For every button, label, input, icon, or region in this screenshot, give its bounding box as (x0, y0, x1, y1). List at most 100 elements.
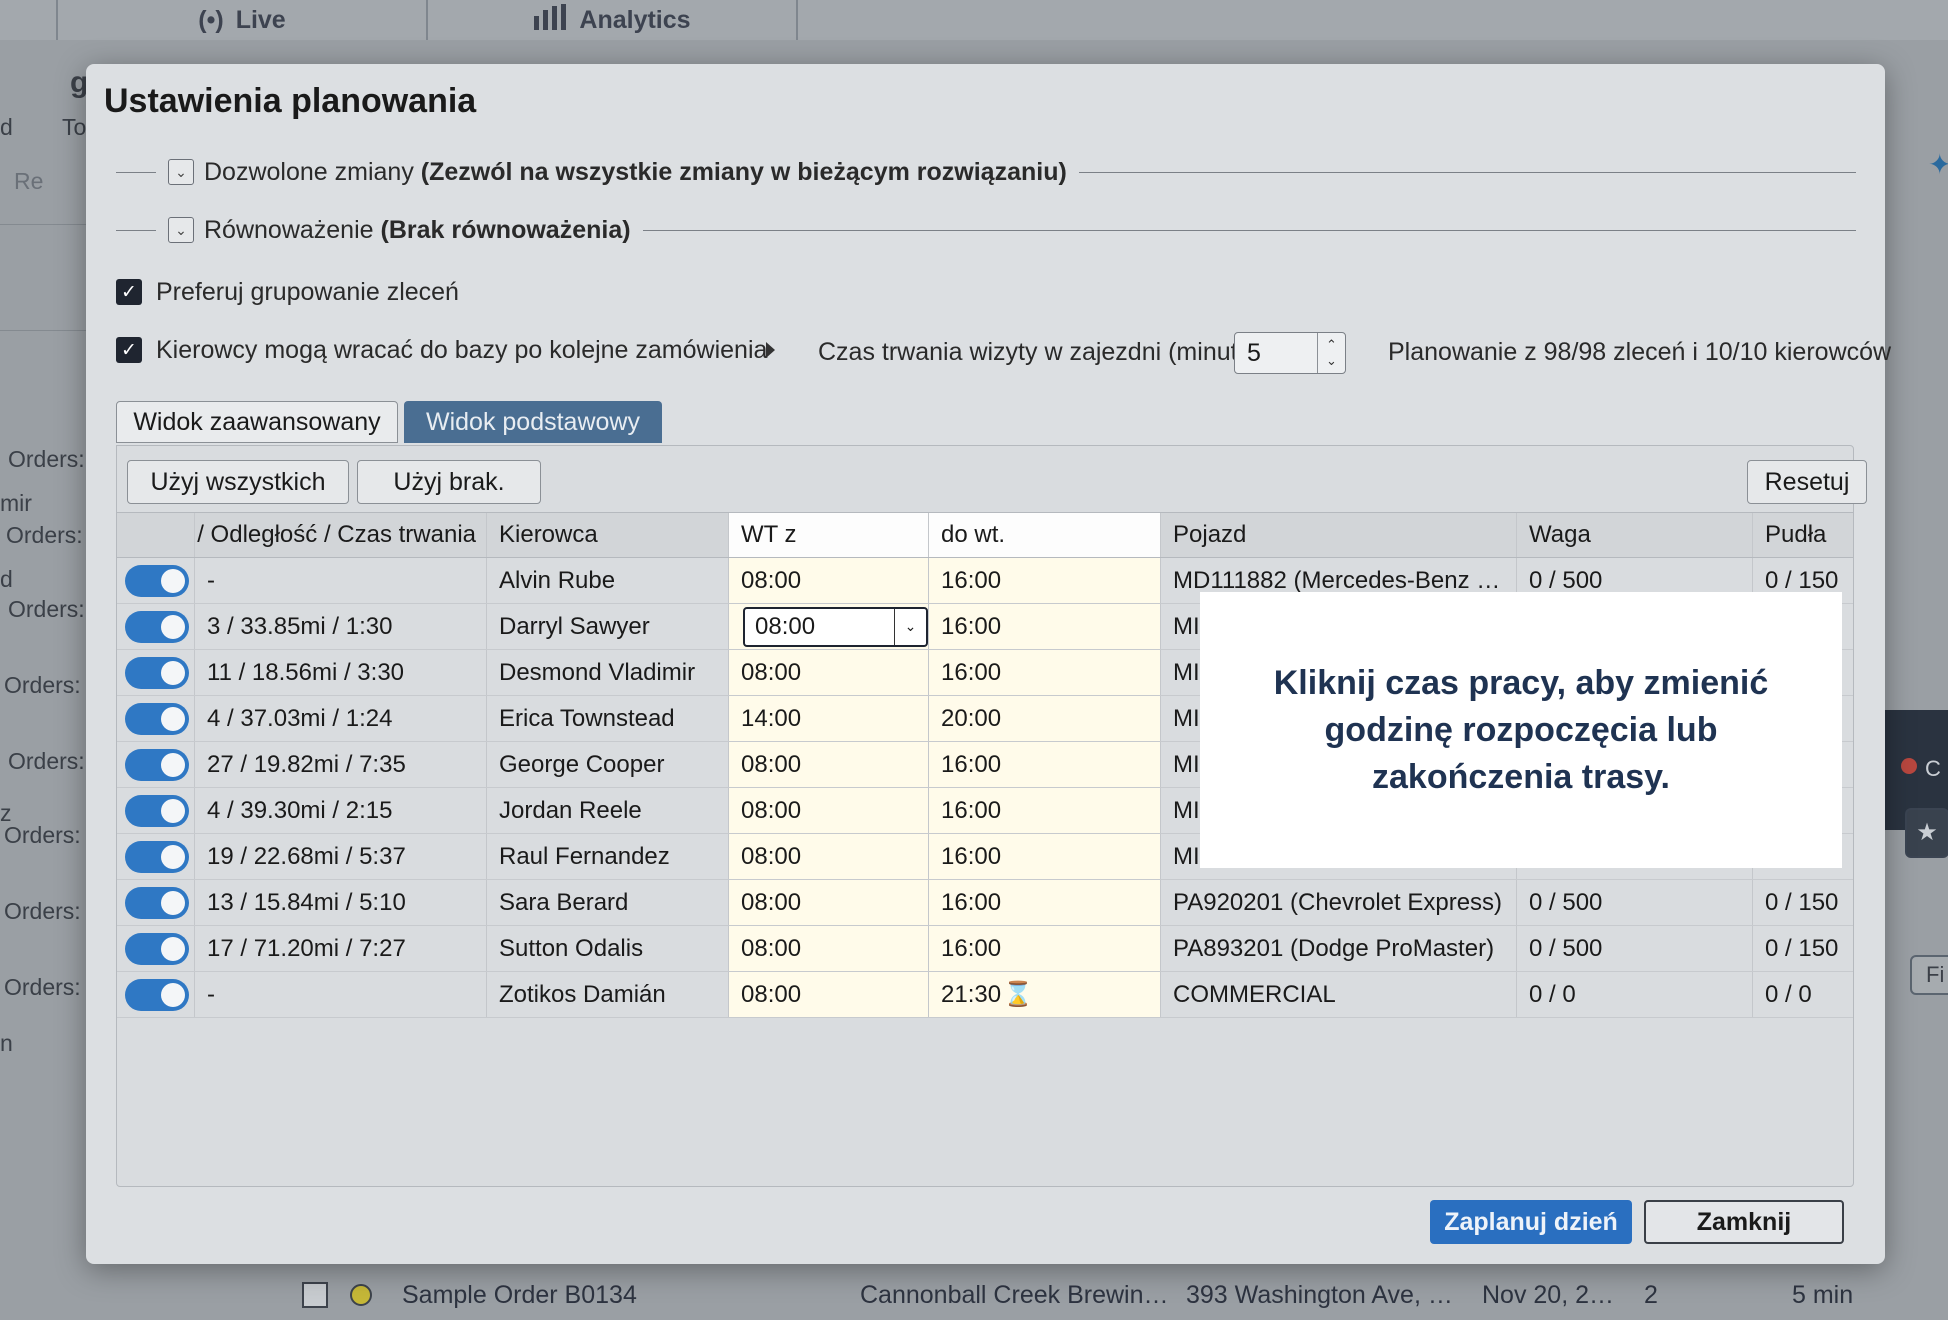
end-time-value[interactable]: 20:00 (941, 705, 1001, 733)
return-to-depot-option[interactable]: ✓ Kierowcy mogą wracać do bazy po kolejn… (116, 332, 767, 368)
row-start-time-cell[interactable]: 14:00 (729, 696, 929, 741)
row-enabled-toggle[interactable] (117, 558, 195, 603)
row-enabled-toggle[interactable] (117, 696, 195, 741)
column-header-driver[interactable]: Kierowca (487, 513, 729, 557)
row-end-time-cell[interactable]: 20:00 (929, 696, 1161, 741)
row-enabled-toggle[interactable] (117, 650, 195, 695)
start-time-value[interactable]: 08:00 (741, 797, 801, 825)
tab-analytics[interactable]: Analytics (426, 0, 798, 40)
row-start-time-cell[interactable]: 08:00 (729, 834, 929, 879)
column-header-distance[interactable]: # / Odległość / Czas trwania (195, 513, 487, 557)
end-time-value[interactable]: 16:00 (941, 567, 1001, 595)
expand-arrow-icon[interactable] (766, 342, 775, 358)
chevron-down-icon[interactable]: ⌄ (168, 217, 194, 243)
row-start-time-cell[interactable]: 08:00 (729, 972, 929, 1017)
row-end-time-cell[interactable]: 16:00 (929, 604, 1161, 649)
row-distance: 4 / 37.03mi / 1:24 (195, 696, 487, 741)
chevron-down-icon[interactable]: ⌄ (168, 159, 194, 185)
bg-fragment: d (0, 566, 13, 592)
reset-button[interactable]: Resetuj (1747, 460, 1867, 504)
close-button[interactable]: Zamknij (1644, 1200, 1844, 1244)
row-end-time-cell[interactable]: 16:00 (929, 788, 1161, 833)
tab-live[interactable]: (•) Live (56, 0, 426, 40)
row-start-time-cell[interactable]: 08:00 (729, 742, 929, 787)
toggle-switch[interactable] (125, 610, 189, 643)
start-time-value[interactable]: 08:00 (741, 981, 801, 1009)
toggle-switch[interactable] (125, 748, 189, 781)
column-header-weight[interactable]: Waga (1517, 513, 1753, 557)
row-enabled-toggle[interactable] (117, 604, 195, 649)
start-time-value[interactable]: 08:00 (741, 659, 801, 687)
row-enabled-toggle[interactable] (117, 788, 195, 833)
end-time-value[interactable]: 16:00 (941, 659, 1001, 687)
start-time-value[interactable]: 08:00 (741, 567, 801, 595)
table-row[interactable]: 13 / 15.84mi / 5:10 Sara Berard 08:00 16:00… (117, 880, 1853, 926)
filter-button[interactable]: Fi (1910, 955, 1948, 995)
plan-day-button[interactable]: Zaplanuj dzień (1430, 1200, 1632, 1244)
toggle-switch[interactable] (125, 886, 189, 919)
balancing-section[interactable]: ⌄ Równoważenie (Brak równoważenia) (116, 210, 1856, 250)
row-enabled-toggle[interactable] (117, 972, 195, 1017)
column-header-to[interactable]: do wt. (929, 513, 1161, 557)
toggle-switch[interactable] (125, 978, 189, 1011)
start-time-value[interactable]: 08:00 (755, 613, 815, 641)
stepper-icon[interactable]: ⌃ ⌄ (1317, 333, 1345, 373)
row-end-time-cell[interactable]: 16:00 (929, 880, 1161, 925)
row-end-time-cell[interactable]: 16:00 (929, 834, 1161, 879)
row-end-time-cell[interactable]: 16:00 (929, 926, 1161, 971)
toggle-switch[interactable] (125, 932, 189, 965)
row-end-time-cell[interactable]: 16:00 (929, 742, 1161, 787)
row-enabled-toggle[interactable] (117, 834, 195, 879)
end-time-value[interactable]: 16:00 (941, 843, 1001, 871)
row-start-time-cell[interactable]: 08:00 (729, 788, 929, 833)
row-start-time-cell[interactable]: 08:00 (729, 558, 929, 603)
start-time-value[interactable]: 14:00 (741, 705, 801, 733)
start-time-value[interactable]: 08:00 (741, 751, 801, 779)
use-none-button[interactable]: Użyj brak. (357, 460, 541, 504)
toggle-switch[interactable] (125, 794, 189, 827)
use-all-button[interactable]: Użyj wszystkich (127, 460, 349, 504)
prefer-grouping-label: Preferuj grupowanie zleceń (156, 277, 459, 306)
toggle-switch[interactable] (125, 656, 189, 689)
prefer-grouping-option[interactable]: ✓ Preferuj grupowanie zleceń (116, 274, 459, 310)
column-header-boxes[interactable]: Pudła (1753, 513, 1853, 557)
row-enabled-toggle[interactable] (117, 926, 195, 971)
row-start-time-cell[interactable]: 08:00 ⌄ (729, 604, 929, 649)
chevron-down-icon[interactable]: ⌄ (894, 608, 926, 645)
favorite-button[interactable]: ★ (1905, 808, 1948, 858)
start-time-value[interactable]: 08:00 (741, 935, 801, 963)
row-start-time-cell[interactable]: 08:00 (729, 880, 929, 925)
table-row[interactable]: 17 / 71.20mi / 7:27 Sutton Odalis 08:00 16:… (117, 926, 1853, 972)
end-time-value[interactable]: 16:00 (941, 889, 1001, 917)
background-order-row[interactable]: Sample Order B0134 Cannonball Creek Brew… (290, 1270, 1880, 1320)
start-time-value[interactable]: 08:00 (741, 843, 801, 871)
depot-visit-value[interactable]: 5 (1235, 339, 1317, 368)
row-end-time-cell[interactable]: 21:30 ⌛ (929, 972, 1161, 1017)
row-enabled-toggle[interactable] (117, 742, 195, 787)
return-to-depot-checkbox[interactable]: ✓ (116, 337, 142, 363)
order-checkbox[interactable] (302, 1282, 328, 1308)
end-time-value[interactable]: 16:00 (941, 613, 1001, 641)
toggle-switch[interactable] (125, 840, 189, 873)
row-start-time-cell[interactable]: 08:00 (729, 650, 929, 695)
row-enabled-toggle[interactable] (117, 880, 195, 925)
row-end-time-cell[interactable]: 16:00 (929, 558, 1161, 603)
row-start-time-cell[interactable]: 08:00 (729, 926, 929, 971)
table-row[interactable]: - Zotikos Damián 08:00 21:30 ⌛ COMMERCIAL 0 / … (117, 972, 1853, 1018)
column-header-vehicle[interactable]: Pojazd (1161, 513, 1517, 557)
end-time-value[interactable]: 16:00 (941, 935, 1001, 963)
tab-advanced-view[interactable]: Widok zaawansowany (116, 401, 398, 443)
tab-basic-view[interactable]: Widok podstawowy (404, 401, 662, 443)
row-end-time-cell[interactable]: 16:00 (929, 650, 1161, 695)
column-header-from[interactable]: WT z (729, 513, 929, 557)
start-time-dropdown[interactable]: 08:00 ⌄ (743, 606, 928, 647)
end-time-value[interactable]: 16:00 (941, 797, 1001, 825)
prefer-grouping-checkbox[interactable]: ✓ (116, 279, 142, 305)
end-time-value[interactable]: 16:00 (941, 751, 1001, 779)
toggle-switch[interactable] (125, 702, 189, 735)
depot-visit-input[interactable]: 5 ⌃ ⌄ (1234, 332, 1346, 374)
allowed-changes-section[interactable]: ⌄ Dozwolone zmiany (Zezwól na wszystkie … (116, 152, 1856, 192)
start-time-value[interactable]: 08:00 (741, 889, 801, 917)
end-time-value[interactable]: 21:30 (941, 981, 1001, 1009)
toggle-switch[interactable] (125, 564, 189, 597)
